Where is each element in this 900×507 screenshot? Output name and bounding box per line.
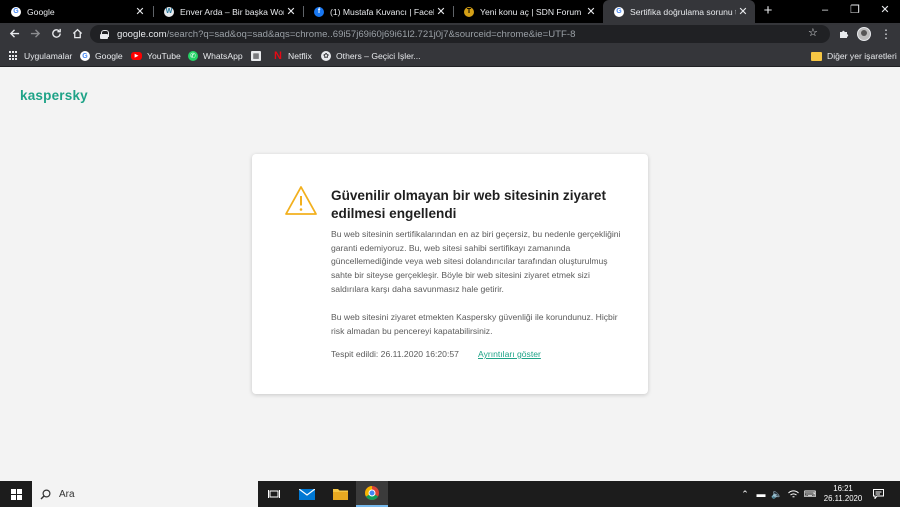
tab-wordpress[interactable]: W Enver Arda – Bir başka WordPress sites… <box>153 0 303 23</box>
folder-icon <box>332 489 348 500</box>
facebook-icon: f <box>314 6 324 17</box>
warning-triangle-icon <box>285 186 317 215</box>
reload-icon <box>51 28 61 38</box>
windows-taskbar: Ara ⌃ ▬ 🔈 ⌨ 16:21 26.11.2020 <box>0 481 900 507</box>
close-tab-icon[interactable]: ✕ <box>736 5 750 18</box>
close-window-button[interactable]: ✕ <box>870 0 900 23</box>
show-details-link[interactable]: Ayrıntıları göster <box>478 349 541 359</box>
card-protection-note: Bu web sitesini ziyaret etmekten Kaspers… <box>331 312 618 336</box>
clock-date: 26.11.2020 <box>823 494 863 503</box>
bookmark-apps[interactable]: Uygulamalar <box>9 45 72 67</box>
apps-grid-icon <box>9 51 19 61</box>
minimize-button[interactable]: – <box>810 0 840 23</box>
close-tab-icon[interactable]: ✕ <box>584 5 598 18</box>
home-icon <box>72 28 82 39</box>
bookmark-netflix[interactable]: N Netflix <box>273 45 312 67</box>
battery-icon[interactable]: ▬ <box>754 481 768 507</box>
forward-arrow-icon <box>30 29 40 38</box>
forward-button[interactable] <box>25 23 45 45</box>
bookmark-youtube[interactable]: ▶ YouTube <box>131 45 181 67</box>
google-icon: G <box>80 51 90 61</box>
close-tab-icon[interactable]: ✕ <box>434 5 448 18</box>
lock-icon[interactable] <box>100 29 109 39</box>
extensions-icon[interactable] <box>836 23 852 45</box>
chrome-icon <box>365 486 379 500</box>
taskbar-search[interactable]: Ara <box>32 481 258 507</box>
card-description: Bu web sitesinin sertifikalarından en az… <box>331 229 621 294</box>
close-tab-icon[interactable]: ✕ <box>284 5 298 18</box>
others-icon: ✿ <box>321 51 331 61</box>
notification-speech-icon <box>872 489 884 500</box>
start-button[interactable] <box>0 481 32 507</box>
clock-time: 16:21 <box>833 484 853 493</box>
browser-toolbar: google.com/search?q=sad&oq=sad&aqs=chrom… <box>0 23 900 45</box>
tab-google[interactable]: G Google ✕ <box>0 0 152 23</box>
taskbar-clock[interactable]: 16:21 26.11.2020 <box>818 484 868 504</box>
network-icon[interactable] <box>786 481 800 507</box>
home-button[interactable] <box>67 23 87 45</box>
puzzle-icon <box>840 30 849 38</box>
new-tab-button[interactable]: + <box>759 0 777 23</box>
wifi-icon <box>787 490 799 498</box>
bookmark-star-icon[interactable]: ☆ <box>808 26 818 39</box>
chrome-app[interactable] <box>356 481 388 507</box>
bookmark-image[interactable]: ▦ <box>251 45 266 67</box>
bookmark-whatsapp[interactable]: ✆ WhatsApp <box>188 45 243 67</box>
sdn-forum-icon: T <box>464 6 474 17</box>
blocked-site-card: Güvenilir olmayan bir web sitesinin ziya… <box>252 154 648 394</box>
notifications-icon[interactable] <box>870 481 886 507</box>
keyboard-icon[interactable]: ⌨ <box>802 481 818 507</box>
bookmark-google[interactable]: G Google <box>80 45 123 67</box>
bookmarks-bar: Uygulamalar G Google ▶ YouTube ✆ WhatsAp… <box>0 45 900 67</box>
back-arrow-icon <box>9 29 19 38</box>
url-path: /search?q=sad&oq=sad&aqs=chrome..69i57j6… <box>166 28 576 40</box>
volume-icon[interactable]: 🔈 <box>770 481 784 507</box>
url-host: google.com <box>117 28 167 40</box>
tab-strip: G Google ✕ W Enver Arda – Bir başka Word… <box>0 0 900 23</box>
address-bar[interactable]: google.com/search?q=sad&oq=sad&aqs=chrom… <box>90 25 830 43</box>
other-bookmarks[interactable]: Diğer yer işaretleri <box>811 45 897 67</box>
tray-overflow-icon[interactable]: ⌃ <box>738 481 752 507</box>
task-view-button[interactable] <box>258 481 290 507</box>
reload-button[interactable] <box>46 23 66 45</box>
tab-certificate-error[interactable]: G Sertifika doğrulama sorunu tespit edil… <box>603 0 755 23</box>
bookmark-others[interactable]: ✿ Others – Geçici İşler... <box>321 45 421 67</box>
youtube-icon: ▶ <box>131 52 142 60</box>
mail-app[interactable] <box>291 481 323 507</box>
file-explorer-app[interactable] <box>324 481 356 507</box>
whatsapp-icon: ✆ <box>188 51 198 61</box>
netflix-icon: N <box>274 50 282 62</box>
mail-icon <box>299 488 315 500</box>
search-icon <box>40 488 51 499</box>
image-bookmark-icon: ▦ <box>251 51 261 61</box>
back-button[interactable] <box>4 23 24 45</box>
google-icon: G <box>614 6 624 17</box>
profile-avatar[interactable] <box>857 27 871 41</box>
windows-logo-icon <box>10 488 22 500</box>
tab-facebook[interactable]: f (1) Mustafa Kuvancı | Facebook ✕ <box>303 0 453 23</box>
tab-sdn-forum[interactable]: T Yeni konu aç | SDN Forum ✕ <box>453 0 603 23</box>
card-title: Güvenilir olmayan bir web sitesinin ziya… <box>331 188 606 221</box>
task-view-icon <box>268 489 280 498</box>
page-content: kaspersky Güvenilir olmayan bir web site… <box>0 68 900 481</box>
menu-dots-icon[interactable]: ⋮ <box>879 23 893 45</box>
close-tab-icon[interactable]: ✕ <box>133 5 147 18</box>
detection-time: Tespit edildi: 26.11.2020 16:20:57 <box>331 349 459 359</box>
google-icon: G <box>11 6 21 17</box>
wordpress-icon: W <box>164 6 174 17</box>
kaspersky-logo: kaspersky <box>20 88 88 103</box>
restore-button[interactable]: ❐ <box>840 0 870 23</box>
folder-icon <box>811 51 822 61</box>
